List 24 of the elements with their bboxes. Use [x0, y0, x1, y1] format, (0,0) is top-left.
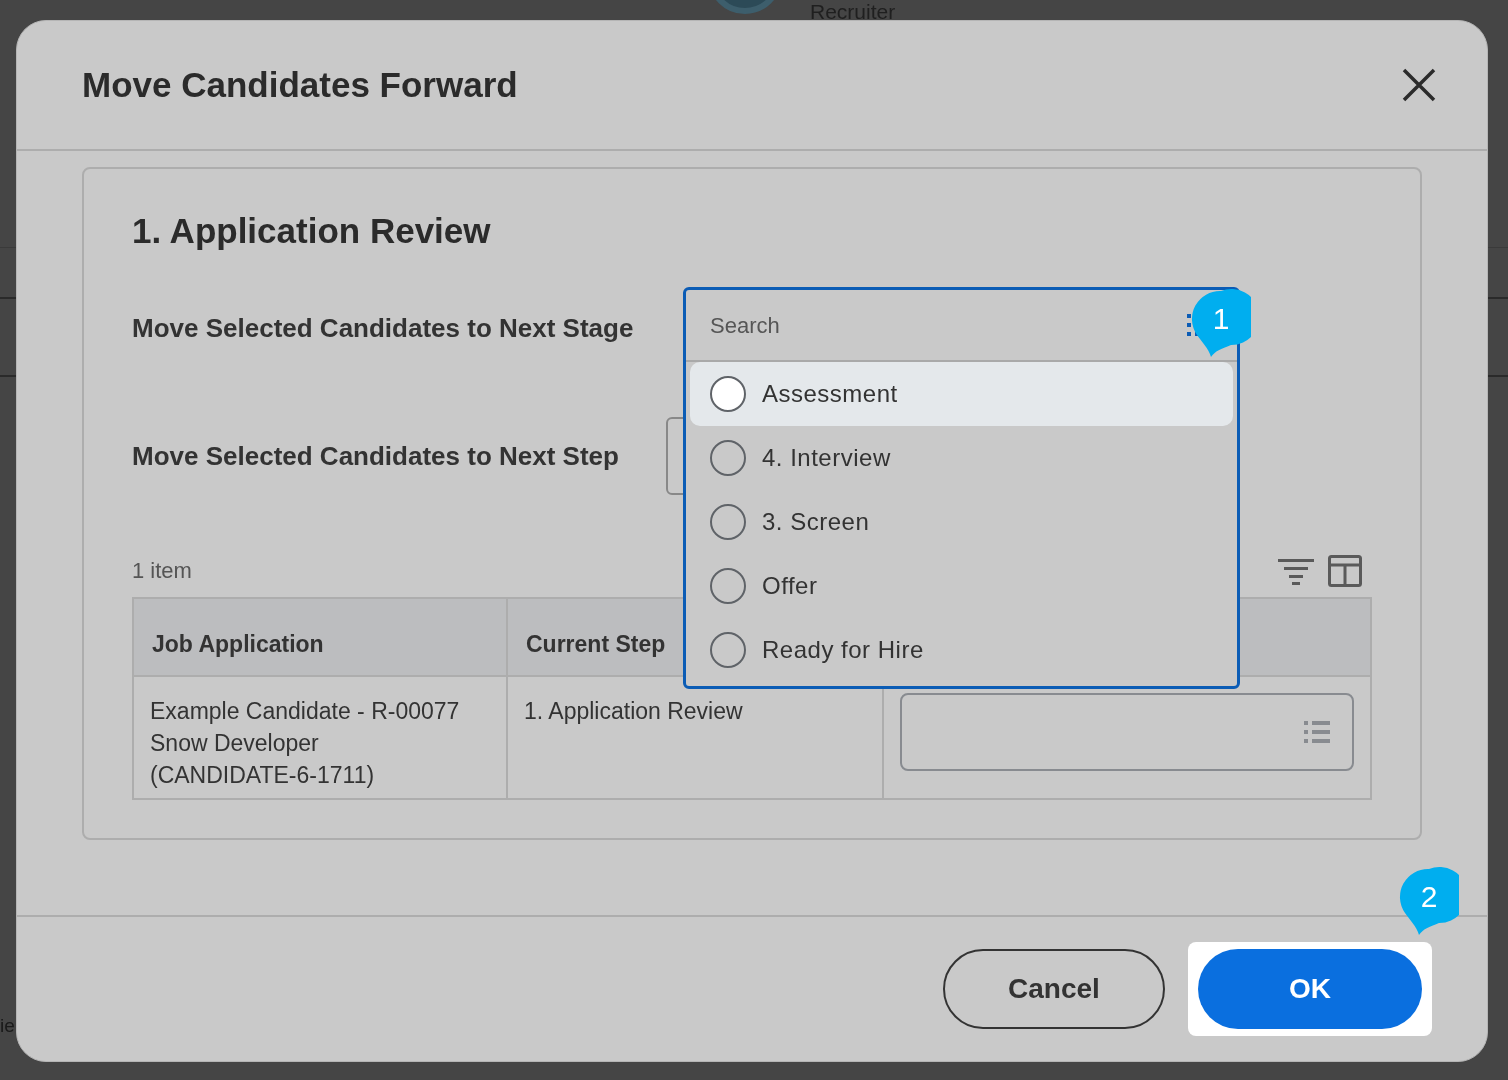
field-label: Move Selected Candidates to Next Step: [132, 439, 620, 473]
ok-button[interactable]: OK: [1198, 949, 1422, 1029]
close-icon[interactable]: [1402, 68, 1436, 102]
dropdown-option[interactable]: 4. Interview: [690, 426, 1233, 490]
radio-button[interactable]: [710, 376, 746, 412]
step-number-tooltip: 1: [1191, 289, 1251, 359]
table-layout-icon[interactable]: [1328, 555, 1362, 587]
item-count: 1 item: [132, 557, 192, 585]
table-cell: Example Candidate - R-00077 Snow Developer (CANDIDATE-6-1711): [134, 677, 508, 798]
list-icon[interactable]: [1304, 720, 1330, 744]
dropdown-option[interactable]: Assessment: [690, 362, 1233, 426]
field-label: Move Selected Candidates to Next Stage: [132, 311, 635, 345]
column-header: Job Application: [134, 599, 508, 675]
radio-button[interactable]: [710, 440, 746, 476]
filter-icon[interactable]: [1278, 557, 1314, 585]
dialog-title: Move Candidates Forward: [82, 63, 518, 106]
step-number-tooltip: 2: [1399, 867, 1459, 937]
section-title: 1. Application Review: [132, 210, 492, 252]
radio-button[interactable]: [710, 504, 746, 540]
input-field[interactable]: [900, 693, 1354, 771]
dropdown-option[interactable]: 3. Screen: [690, 490, 1233, 554]
radio-button[interactable]: [710, 632, 746, 668]
cancel-button[interactable]: Cancel: [943, 949, 1165, 1029]
radio-button[interactable]: [710, 568, 746, 604]
